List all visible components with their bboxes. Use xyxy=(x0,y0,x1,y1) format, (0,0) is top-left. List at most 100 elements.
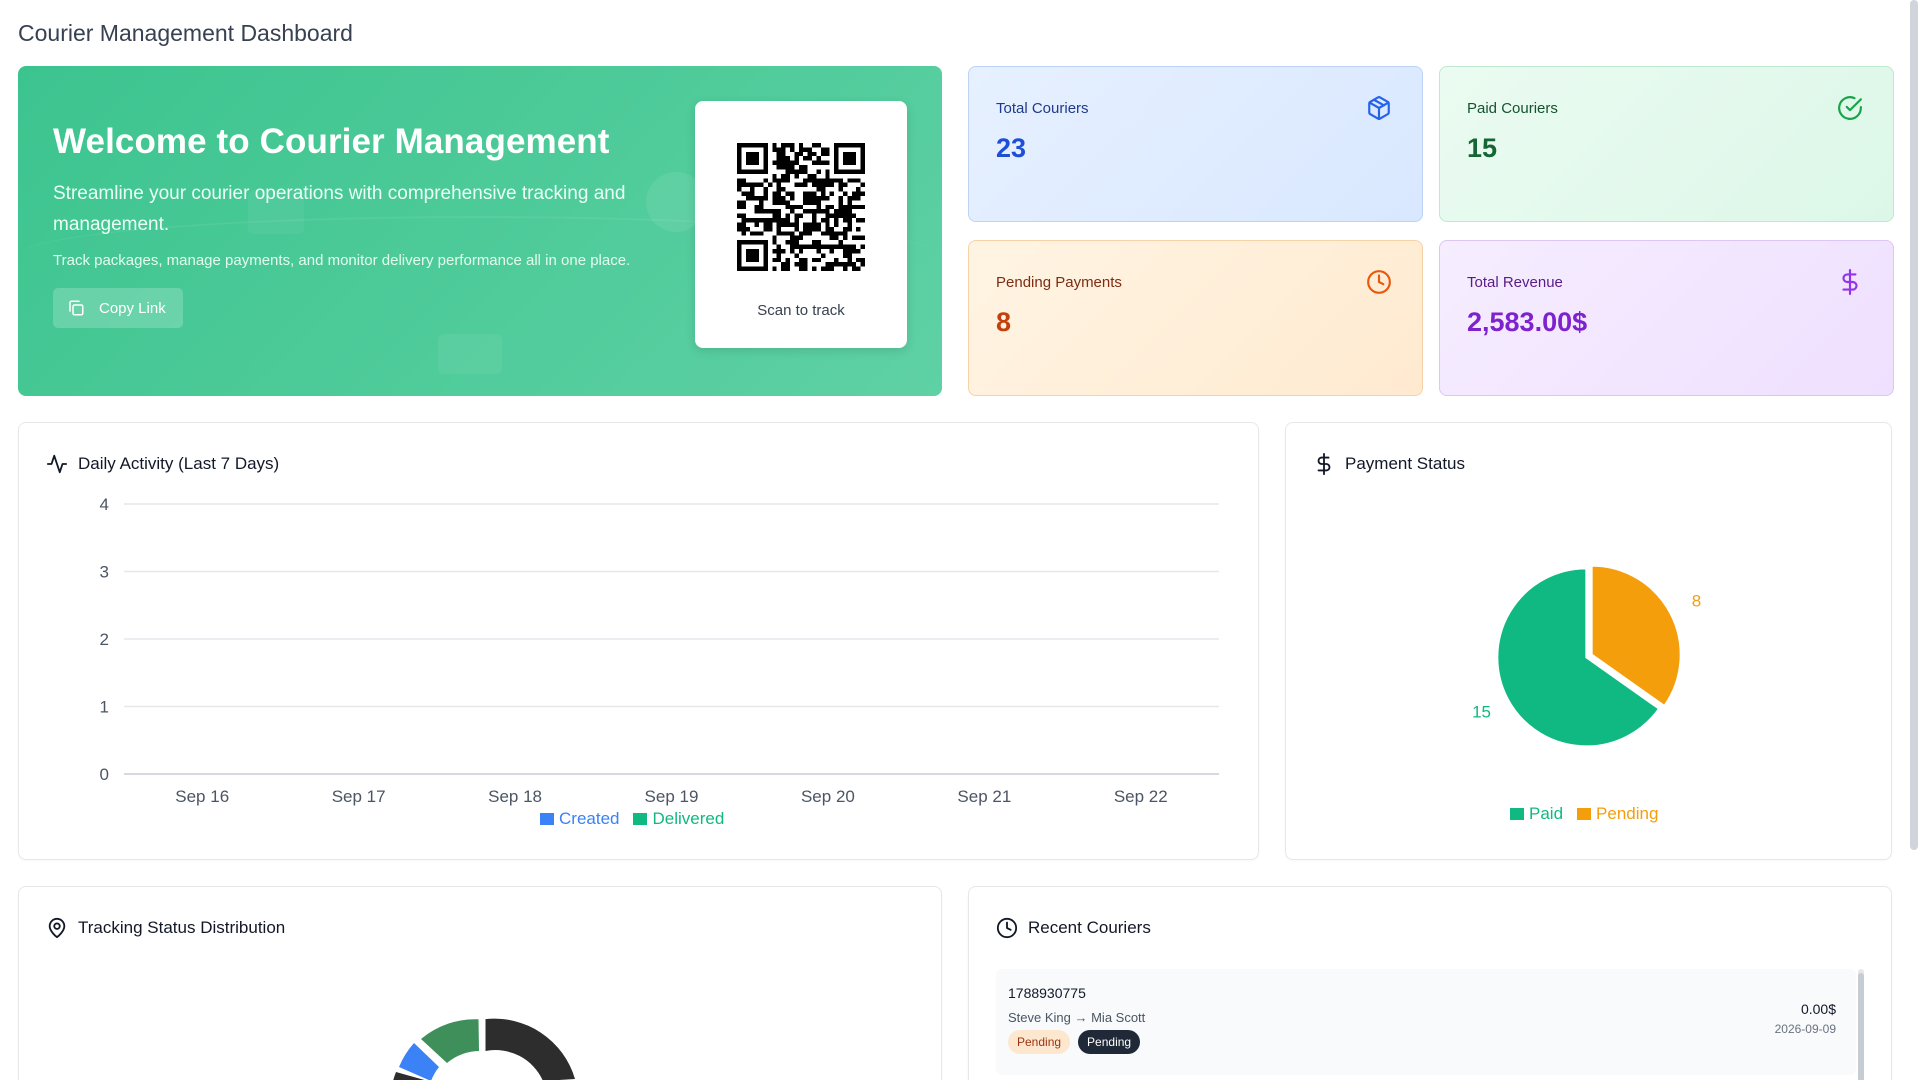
legend-item-paid[interactable]: Paid xyxy=(1510,804,1563,824)
qr-module xyxy=(860,244,865,249)
qr-module xyxy=(838,209,843,214)
qr-module xyxy=(851,235,857,241)
qr-module xyxy=(789,222,795,227)
recent-list-scroll-thumb[interactable] xyxy=(1858,973,1864,1080)
qr-module xyxy=(789,248,795,254)
qr-module xyxy=(842,248,848,254)
qr-module xyxy=(812,173,817,179)
qr-module xyxy=(829,191,835,196)
qr-module xyxy=(820,244,826,249)
qr-module xyxy=(856,235,861,241)
qr-module xyxy=(785,240,790,245)
legend-item-delivered[interactable]: Delivered xyxy=(633,809,724,829)
pie-data-label: 15 xyxy=(1472,703,1491,722)
qr-module xyxy=(847,244,852,249)
qr-module xyxy=(825,160,830,166)
qr-module xyxy=(798,244,804,249)
qr-module xyxy=(759,195,764,201)
legend-item-created[interactable]: Created xyxy=(540,809,619,829)
qr-module xyxy=(816,244,821,249)
copy-link-button[interactable]: Copy Link xyxy=(53,288,183,328)
pie-data-label: 8 xyxy=(1692,591,1701,610)
qr-module xyxy=(776,257,782,263)
qr-module xyxy=(798,147,804,152)
qr-module xyxy=(741,231,746,236)
qr-module xyxy=(807,226,813,232)
qr-module xyxy=(798,248,804,254)
qr-module xyxy=(785,169,790,174)
qr-module xyxy=(781,165,786,170)
qr-module xyxy=(812,226,817,232)
qr-module xyxy=(834,213,839,219)
qr-module xyxy=(834,222,839,227)
qr-module xyxy=(812,191,817,196)
qr-module xyxy=(741,218,746,223)
qr-module xyxy=(856,226,861,232)
qr-module xyxy=(737,222,742,227)
qr-module xyxy=(825,169,830,174)
donut-segment-dark[interactable] xyxy=(485,1018,576,1080)
qr-module xyxy=(789,204,795,210)
qr-module xyxy=(825,178,830,183)
qr-module xyxy=(860,182,865,188)
qr-module xyxy=(803,244,808,249)
payment-status-legend: Paid Pending xyxy=(1510,804,1658,824)
qr-module xyxy=(851,191,857,196)
qr-module xyxy=(803,169,808,174)
stat-card-pending-payments: Pending Payments 8 xyxy=(968,240,1423,396)
qr-module xyxy=(776,182,782,188)
qr-module xyxy=(776,209,782,214)
qr-module xyxy=(847,213,852,219)
dollar-icon xyxy=(1842,269,1858,295)
recent-courier-item[interactable]: 1788930775 Steve King → Mia Scott Pendin… xyxy=(996,969,1856,1075)
qr-module xyxy=(825,151,830,157)
qr-module xyxy=(847,204,852,210)
qr-module xyxy=(798,151,804,157)
qr-module xyxy=(794,169,799,174)
welcome-subtitle: Streamline your courier operations with … xyxy=(53,183,626,235)
x-tick-label: Sep 22 xyxy=(1114,787,1168,806)
qr-module xyxy=(816,257,821,263)
qr-module xyxy=(794,218,799,223)
qr-module xyxy=(789,143,795,148)
qr-module xyxy=(741,178,746,183)
qr-module xyxy=(838,204,843,210)
qr-module xyxy=(737,178,742,183)
qr-module xyxy=(816,160,821,166)
qr-module xyxy=(789,165,795,170)
donut-segment-green[interactable] xyxy=(421,1019,479,1063)
qr-module xyxy=(803,209,808,214)
qr-module xyxy=(763,191,768,196)
legend-item-pending[interactable]: Pending xyxy=(1577,804,1658,824)
page-scrollbar[interactable] xyxy=(1910,0,1918,850)
qr-module xyxy=(798,257,804,263)
y-tick-label: 3 xyxy=(100,563,109,582)
qr-module xyxy=(772,147,777,152)
qr-module xyxy=(812,218,817,223)
qr-module xyxy=(842,235,848,241)
qr-module xyxy=(745,182,751,188)
qr-finder xyxy=(745,151,760,166)
qr-module xyxy=(781,218,786,223)
qr-module xyxy=(798,143,804,148)
qr-module xyxy=(838,244,843,249)
welcome-title: Welcome to Courier Management xyxy=(53,122,610,161)
qr-module xyxy=(772,266,777,271)
qr-module xyxy=(798,204,804,210)
payment-status-badge: Pending xyxy=(1008,1030,1071,1054)
qr-module xyxy=(825,173,830,179)
qr-module xyxy=(847,226,852,232)
qr-module xyxy=(860,262,865,267)
qr-module xyxy=(794,222,799,227)
qr-module xyxy=(741,222,746,227)
qr-module xyxy=(776,222,782,227)
qr-module xyxy=(842,253,848,258)
qr-module xyxy=(772,173,777,179)
qr-module xyxy=(745,195,751,201)
qr-module xyxy=(794,213,799,219)
tracking-status-donut xyxy=(393,1018,576,1080)
qr-module xyxy=(785,165,790,170)
recent-list-scrollbar[interactable] xyxy=(1858,969,1864,1080)
qr-code[interactable] xyxy=(737,143,865,271)
qr-module xyxy=(781,200,786,205)
